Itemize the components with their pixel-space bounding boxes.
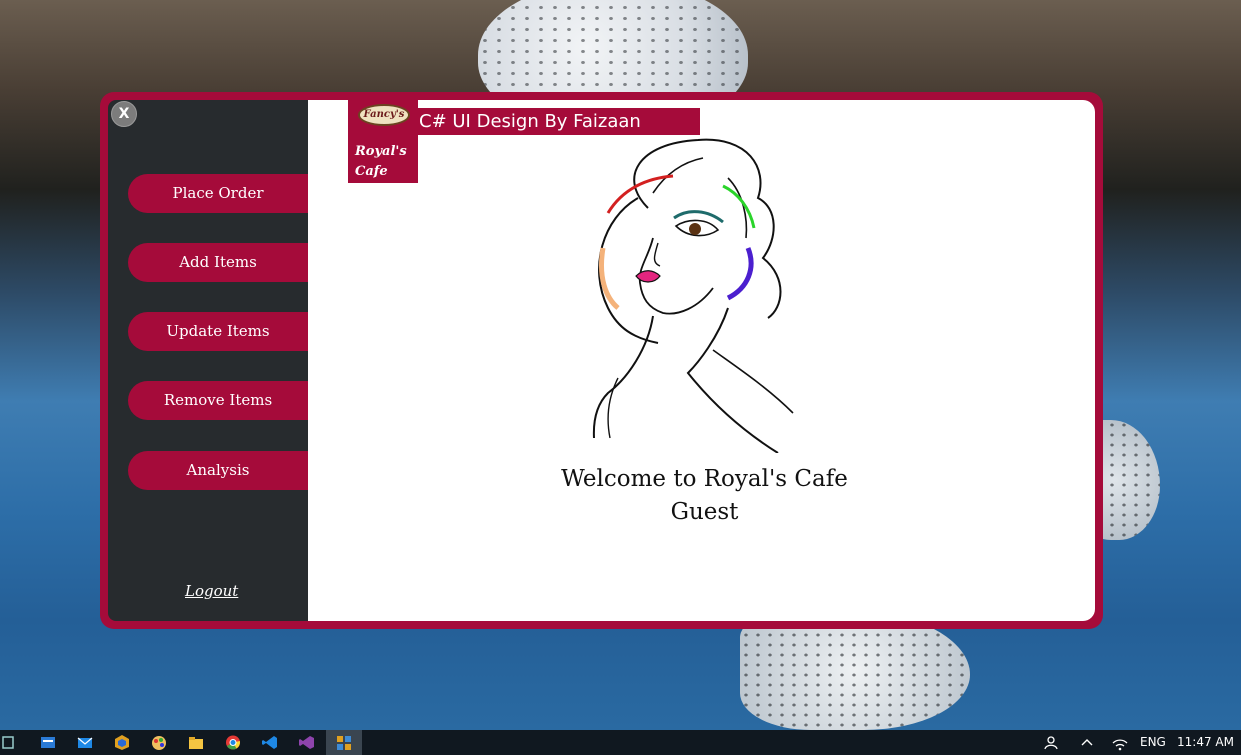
close-button[interactable]: X [111, 101, 137, 127]
welcome-message: Welcome to Royal's Cafe Guest [308, 463, 1101, 529]
task-view-icon[interactable] [0, 734, 18, 751]
mail-icon[interactable] [76, 734, 94, 751]
logo-text: Royal's Cafe [355, 144, 407, 179]
language-indicator[interactable]: ENG [1140, 730, 1166, 755]
paint-icon[interactable] [150, 734, 168, 751]
cafe-logo: Fancy's Royal's Cafe [348, 100, 418, 183]
chrome-icon[interactable] [224, 734, 242, 751]
chevron-up-icon[interactable] [1078, 734, 1096, 751]
wifi-icon[interactable] [1111, 734, 1129, 751]
store-icon[interactable] [113, 734, 131, 751]
news-icon[interactable] [39, 734, 57, 751]
taskbar: ENG 11:47 AM [0, 730, 1241, 755]
main-panel: Fancy's Royal's Cafe C# UI Design By Fai… [308, 100, 1095, 621]
visual-studio-icon[interactable] [298, 734, 316, 751]
title-banner: C# UI Design By Faizaan [418, 108, 700, 135]
place-order-button[interactable]: Place Order [128, 174, 308, 213]
welcome-line: Welcome to Royal's Cafe [561, 466, 848, 492]
app-icon[interactable] [335, 734, 353, 751]
update-items-button[interactable]: Update Items [128, 312, 308, 351]
logout-link[interactable]: Logout [185, 582, 238, 600]
app-window: X Place Order Add Items Update Items Rem… [100, 92, 1103, 629]
remove-items-button[interactable]: Remove Items [128, 381, 308, 420]
clock[interactable]: 11:47 AM [1177, 730, 1234, 755]
logo-badge: Fancy's [358, 104, 410, 126]
file-explorer-icon[interactable] [187, 734, 205, 751]
people-icon[interactable] [1044, 734, 1062, 751]
woman-portrait-illustration [592, 138, 794, 453]
user-name: Guest [670, 499, 739, 525]
vscode-icon[interactable] [261, 734, 279, 751]
add-items-button[interactable]: Add Items [128, 243, 308, 282]
sidebar: X Place Order Add Items Update Items Rem… [108, 100, 308, 621]
analysis-button[interactable]: Analysis [128, 451, 308, 490]
